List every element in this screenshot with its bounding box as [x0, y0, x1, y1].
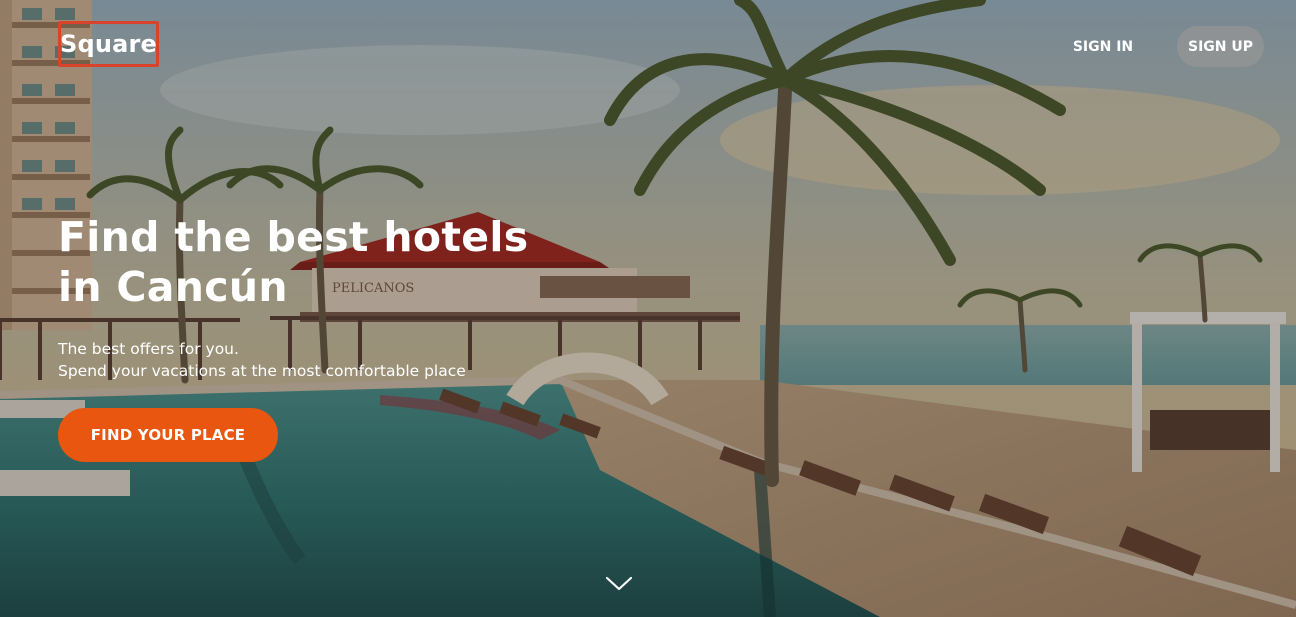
find-your-place-button[interactable]: FIND YOUR PLACE: [58, 408, 278, 462]
hero-subtext-line-2: Spend your vacations at the most comfort…: [58, 362, 466, 380]
hero-headline-line-2: in Cancún: [58, 263, 288, 311]
sign-up-button[interactable]: SIGN UP: [1177, 26, 1264, 67]
logo[interactable]: Square: [58, 21, 159, 67]
hero-headline-line-1: Find the best hotels: [58, 213, 529, 261]
sign-in-link[interactable]: SIGN IN: [1062, 28, 1144, 66]
hero-headline: Find the best hotels in Cancún: [58, 212, 578, 312]
hero-subtext: The best offers for you. Spend your vaca…: [58, 338, 518, 382]
hero-subtext-line-1: The best offers for you.: [58, 340, 239, 358]
chevron-down-icon[interactable]: [603, 572, 635, 594]
